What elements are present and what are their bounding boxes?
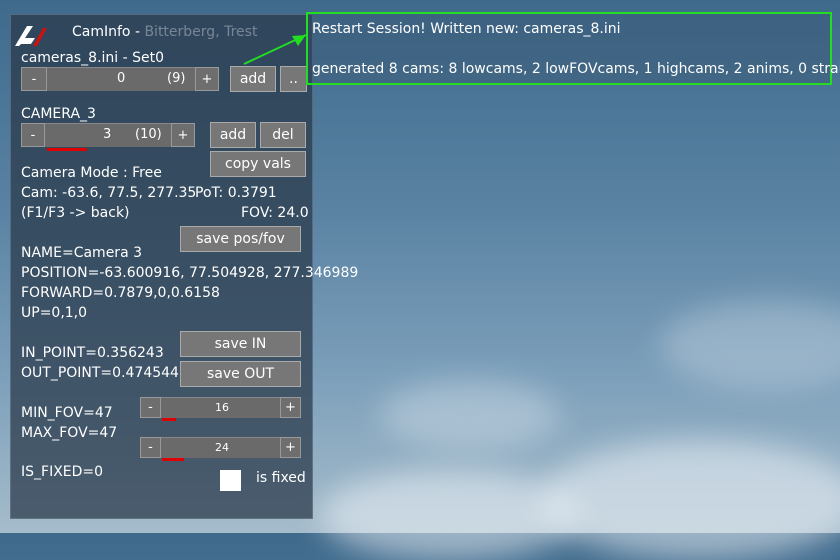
max-fov-progress-bar: [162, 458, 184, 461]
min-fov-field[interactable]: 16: [161, 397, 280, 418]
max-fov-increment-button[interactable]: +: [280, 437, 301, 458]
toast-line-2: generated 8 cams: 8 lowcams, 2 lowFOVcam…: [312, 61, 840, 77]
camera-index-field[interactable]: 3 (10): [45, 123, 171, 147]
file-set-label: cameras_8.ini - Set0: [21, 50, 165, 66]
notification-toast: Restart Session! Written new: cameras_8.…: [306, 12, 840, 85]
toast-line-1: Restart Session! Written new: cameras_8.…: [312, 21, 621, 37]
back-hint: (F1/F3 -> back): [21, 205, 130, 221]
copy-vals-button[interactable]: copy vals: [210, 151, 306, 177]
is-fixed-line: IS_FIXED=0: [21, 464, 104, 480]
set-index-field[interactable]: 0 (9): [47, 67, 195, 91]
min-fov-decrement-button[interactable]: -: [140, 397, 161, 418]
caminfo-panel: CamInfo - Bitterberg, Trest cameras_8.in…: [10, 14, 358, 519]
set-increment-button[interactable]: +: [195, 67, 219, 91]
camera-progress-bar: [47, 148, 87, 151]
panel-title-track: Bitterberg, Trest: [144, 24, 258, 40]
panel-title: CamInfo - Bitterberg, Trest: [72, 24, 257, 40]
up-line: UP=0,1,0: [21, 305, 88, 321]
add-camera-button[interactable]: add: [210, 122, 256, 148]
max-fov-value: 24: [215, 441, 229, 454]
delete-camera-button[interactable]: del: [260, 122, 306, 148]
camera-position-readout: Cam: -63.6, 77.5, 277.35: [21, 185, 197, 201]
is-fixed-label: is fixed: [256, 470, 306, 486]
save-in-button[interactable]: save IN: [180, 331, 301, 357]
camera-decrement-button[interactable]: -: [21, 123, 45, 147]
max-fov-decrement-button[interactable]: -: [140, 437, 161, 458]
assetto-corsa-logo-icon: [15, 26, 47, 46]
more-options-button[interactable]: ..: [280, 66, 307, 92]
camera-count: (10): [135, 127, 162, 142]
sky-cloud: [320, 470, 580, 560]
fov-readout: FOV: 24.0: [241, 205, 309, 221]
forward-line: FORWARD=0.7879,0,0.6158: [21, 285, 220, 301]
sky-cloud: [380, 380, 560, 450]
save-pos-fov-button[interactable]: save pos/fov: [180, 226, 301, 252]
set-count: (9): [167, 71, 186, 86]
sky-cloud: [540, 440, 840, 560]
save-out-button[interactable]: save OUT: [180, 361, 301, 387]
set-index-value: 0: [117, 71, 126, 86]
sky-cloud: [660, 300, 840, 390]
max-fov-line: MAX_FOV=47: [21, 425, 118, 441]
pot-readout: PoT: 0.3791: [195, 185, 277, 201]
panel-title-text: CamInfo -: [72, 24, 145, 40]
min-fov-line: MIN_FOV=47: [21, 405, 113, 421]
position-line: POSITION=-63.600916, 77.504928, 277.3469…: [21, 265, 359, 281]
camera-mode-label: Camera Mode : Free: [21, 165, 162, 181]
max-fov-field[interactable]: 24: [161, 437, 280, 458]
camera-increment-button[interactable]: +: [171, 123, 195, 147]
name-line: NAME=Camera 3: [21, 245, 143, 261]
min-fov-increment-button[interactable]: +: [280, 397, 301, 418]
in-point-line: IN_POINT=0.356243: [21, 345, 164, 361]
set-decrement-button[interactable]: -: [21, 67, 47, 91]
add-set-button[interactable]: add: [230, 66, 276, 92]
min-fov-progress-bar: [162, 418, 176, 421]
camera-label: CAMERA_3: [21, 106, 96, 122]
camera-index-value: 3: [103, 127, 112, 142]
out-point-line: OUT_POINT=0.474544: [21, 365, 179, 381]
min-fov-value: 16: [215, 401, 229, 414]
is-fixed-checkbox[interactable]: [220, 470, 241, 491]
